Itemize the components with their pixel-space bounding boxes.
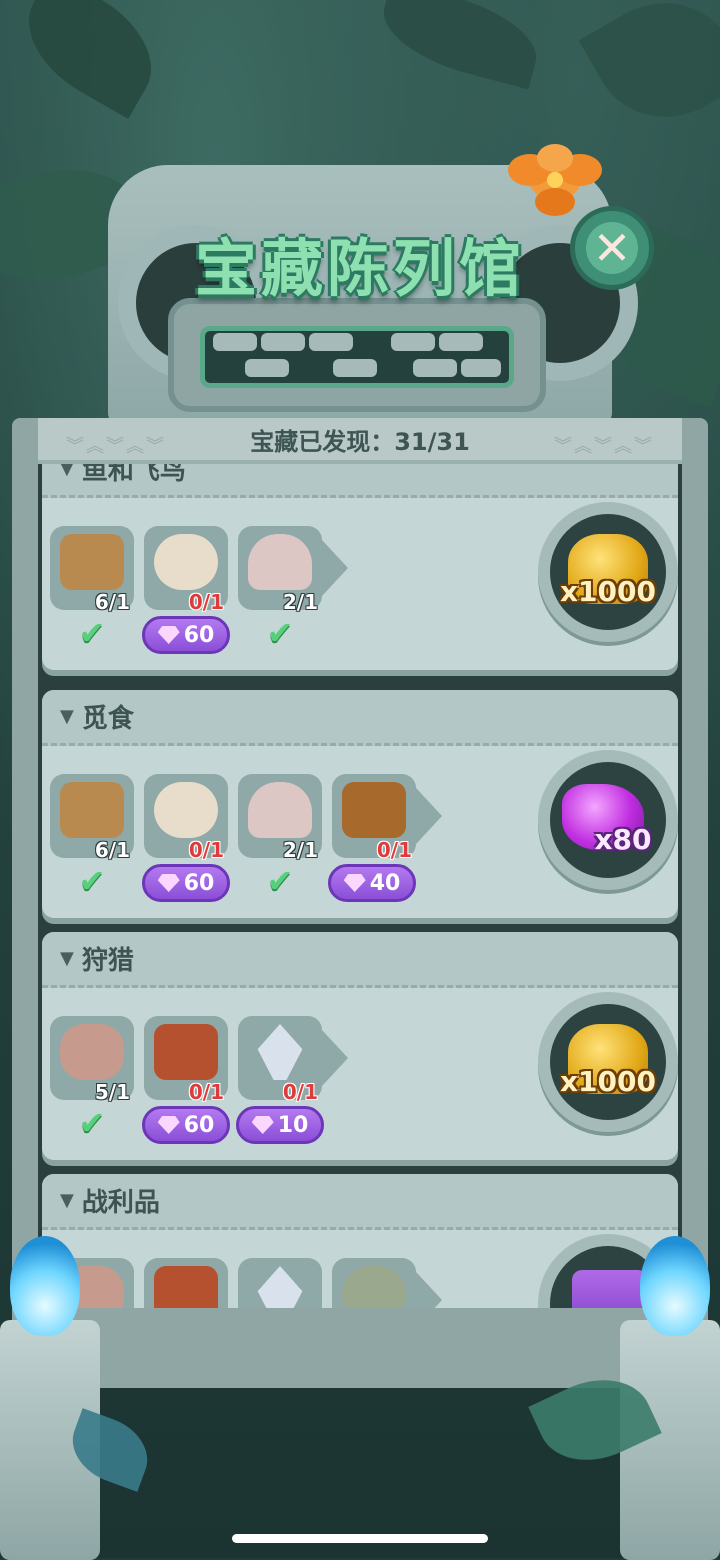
title-banner: 宝藏陈列馆 <box>178 218 542 314</box>
collection-list[interactable]: ▼ 鱼和飞鸟 6/1 ✔ 0/1 60 2/1 ✔ x1000 ▼ 觅食 6/1… <box>38 464 682 1309</box>
bone-necklace-icon <box>154 534 218 590</box>
bone-shield-icon <box>154 1024 218 1080</box>
chevron-down-icon: ▼ <box>60 948 74 969</box>
card-header[interactable]: ▼ 鱼和飞鸟 <box>42 464 678 498</box>
gem-buy-button[interactable]: 40 <box>328 864 416 902</box>
reward-slot[interactable]: x1000 <box>538 992 678 1132</box>
treasure-item[interactable]: 2/1 <box>238 526 322 614</box>
stone-axe-icon <box>60 1024 124 1080</box>
card-title: 战利品 <box>81 1188 160 1218</box>
treasure-item[interactable]: 5/1 <box>50 1016 134 1104</box>
gem-icon <box>251 1116 274 1134</box>
close-button[interactable]: ✕ <box>570 206 654 290</box>
card-header[interactable]: ▼ 狩猎 <box>42 932 678 988</box>
gift-box-icon <box>572 1270 648 1309</box>
chevron-down-icon: ▼ <box>60 706 74 727</box>
treasure-item[interactable] <box>238 1258 322 1309</box>
treasure-item[interactable]: 6/1 <box>50 774 134 862</box>
item-row-arrow <box>416 1272 442 1309</box>
reward-slot[interactable]: x80 <box>538 750 678 890</box>
item-row-arrow <box>322 540 348 596</box>
blue-flame-icon <box>10 1236 80 1336</box>
gem-buy-button[interactable]: 60 <box>142 616 230 654</box>
collected-check-icon: ✔ <box>78 614 106 652</box>
discovery-progress-text: 宝藏已发现：31/31 <box>250 427 470 456</box>
collected-check-icon: ✔ <box>78 1104 106 1142</box>
collected-check-icon: ✔ <box>266 614 294 652</box>
treasure-item[interactable]: 0/1 <box>238 1016 322 1104</box>
card-title: 狩猎 <box>81 946 134 976</box>
gem-buy-button[interactable]: 60 <box>142 1106 230 1144</box>
item-row-arrow <box>322 1030 348 1086</box>
treasure-item[interactable]: 0/1 <box>144 774 228 862</box>
gem-buy-button[interactable]: 10 <box>236 1106 324 1144</box>
card-title: 觅食 <box>81 704 134 734</box>
treasure-slot <box>200 326 514 388</box>
treasure-item[interactable]: 2/1 <box>238 774 322 862</box>
stone-spear-icon <box>257 1024 303 1080</box>
gem-buy-button[interactable]: 60 <box>142 864 230 902</box>
card-header[interactable]: ▼ 战利品 <box>42 1174 678 1230</box>
card-header[interactable]: ▼ 觅食 <box>42 690 678 746</box>
gem-icon <box>157 1116 180 1134</box>
reward-slot[interactable]: x1000 <box>538 502 678 642</box>
fossil-tablet-icon <box>60 534 124 590</box>
treasure-item[interactable] <box>144 1258 228 1309</box>
gem-icon <box>157 626 180 644</box>
home-indicator[interactable] <box>232 1534 488 1543</box>
bird-skull-icon <box>248 534 312 590</box>
collected-check-icon: ✔ <box>266 862 294 900</box>
close-icon: ✕ <box>586 222 638 274</box>
treasure-item[interactable]: 0/1 <box>144 1016 228 1104</box>
treasure-item[interactable]: 0/1 <box>332 774 416 862</box>
chevron-down-icon: ▼ <box>60 464 74 479</box>
bead-necklace-icon <box>342 1266 406 1309</box>
bird-skull-icon <box>248 782 312 838</box>
card-title: 鱼和飞鸟 <box>81 464 186 486</box>
orange-flower-icon <box>508 144 602 216</box>
treasure-item[interactable]: 6/1 <box>50 526 134 614</box>
gem-icon <box>343 874 366 892</box>
item-row-arrow <box>416 788 442 844</box>
bottom-ledge <box>20 1308 700 1388</box>
discovery-progress: ︾︽︾︽︾ ︾︽︾︽︾ 宝藏已发现：31/31 <box>38 418 682 464</box>
treasure-slot-panel <box>168 298 546 412</box>
collection-card: ▼ 鱼和飞鸟 6/1 ✔ 0/1 60 2/1 ✔ x1000 <box>42 464 678 670</box>
collection-card: ▼ 觅食 6/1 ✔ 0/1 60 2/1 ✔ 0/1 40 x80 <box>42 690 678 918</box>
page-title: 宝藏陈列馆 <box>194 232 525 305</box>
gem-icon <box>157 874 180 892</box>
wooden-binoculars-icon <box>342 782 406 838</box>
chevron-down-icon: ▼ <box>60 1190 74 1211</box>
bone-shield-icon <box>154 1266 218 1309</box>
fossil-tablet-icon <box>60 782 124 838</box>
collection-card: ▼ 狩猎 5/1 ✔ 0/1 60 0/1 10 x1000 <box>42 932 678 1160</box>
treasure-item[interactable] <box>332 1258 416 1309</box>
treasure-item[interactable]: 0/1 <box>144 526 228 614</box>
stone-spear-icon <box>257 1266 303 1309</box>
bone-necklace-icon <box>154 782 218 838</box>
collected-check-icon: ✔ <box>78 862 106 900</box>
collection-card: ▼ 战利品 <box>42 1174 678 1309</box>
blue-flame-icon <box>640 1236 710 1336</box>
